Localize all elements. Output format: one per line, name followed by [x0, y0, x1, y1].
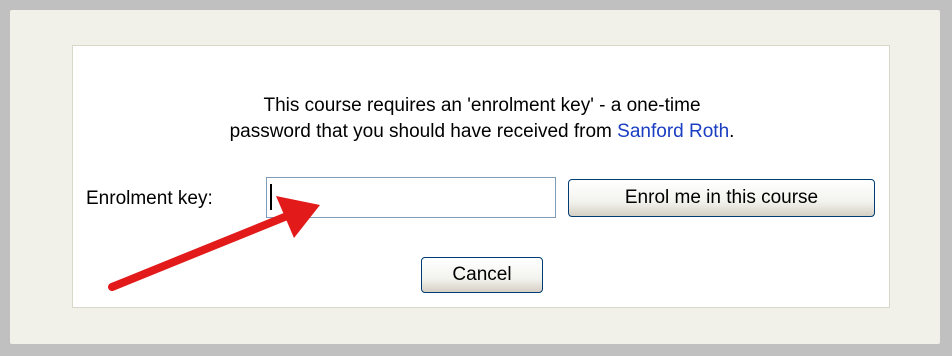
enrolment-key-label: Enrolment key:: [86, 188, 213, 209]
page: This course requires an 'enrolment key' …: [0, 0, 952, 356]
message-line-1: This course requires an 'enrolment key' …: [263, 95, 701, 116]
enrolment-key-input[interactable]: [266, 177, 556, 218]
enrolment-message: This course requires an 'enrolment key' …: [73, 93, 891, 145]
text-caret: [270, 184, 272, 210]
message-line-2-prefix: password that you should have received f…: [229, 121, 618, 142]
cancel-button[interactable]: Cancel: [421, 257, 543, 293]
teacher-link[interactable]: Sanford Roth: [617, 121, 729, 142]
message-line-2-suffix: .: [729, 121, 735, 142]
message-line-2: password that you should have received f…: [73, 119, 891, 145]
enrol-button[interactable]: Enrol me in this course: [568, 179, 875, 217]
